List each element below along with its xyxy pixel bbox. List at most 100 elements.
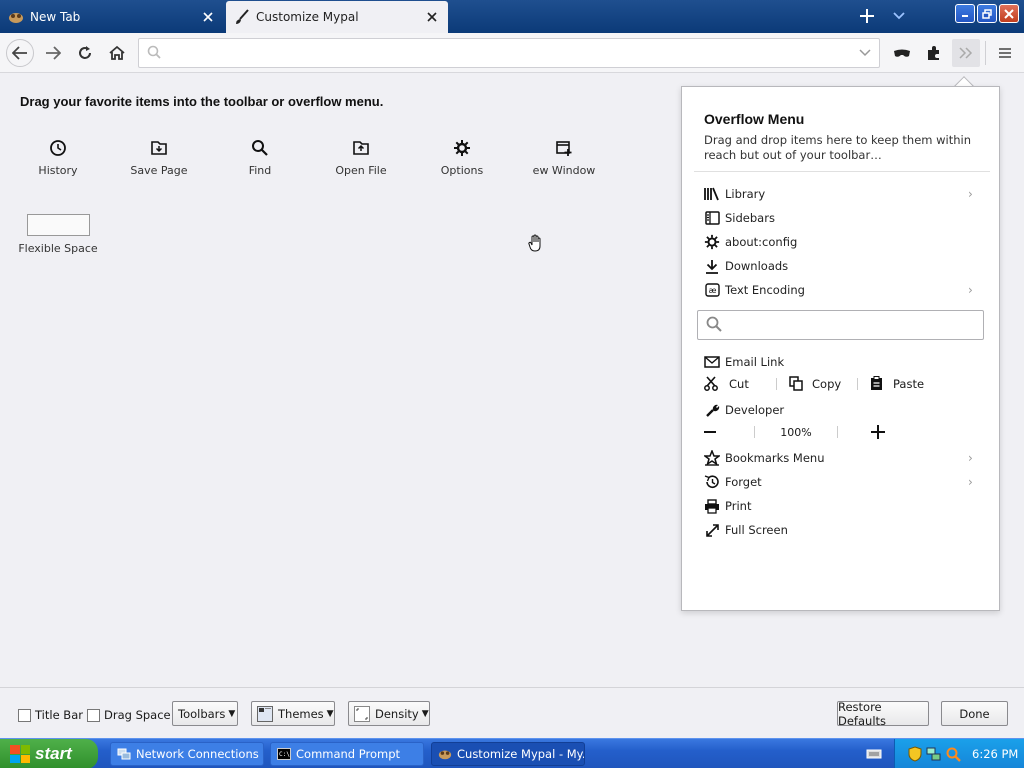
- forget-icon: [704, 474, 720, 490]
- task-label: Customize Mypal - My...: [457, 747, 585, 761]
- search-icon[interactable]: [945, 746, 961, 762]
- menu-item-text-encoding[interactable]: æ Text Encoding ›: [704, 280, 980, 300]
- taskbar-item-network-connections[interactable]: Network Connections: [110, 742, 264, 766]
- back-icon[interactable]: [6, 39, 34, 67]
- network-status-icon[interactable]: [926, 746, 942, 762]
- palette-label: ew Window: [532, 164, 596, 177]
- customize-footer: Title Bar Drag Space Toolbars ▼ Themes ▼…: [0, 687, 1024, 738]
- paste-button[interactable]: Paste: [858, 376, 938, 392]
- open-file-icon: [351, 138, 371, 158]
- security-shield-icon[interactable]: [907, 746, 923, 762]
- chevron-down-icon[interactable]: [888, 5, 910, 27]
- restore-button[interactable]: [977, 4, 997, 23]
- copy-icon: [789, 376, 805, 392]
- overflow-chevrons-icon[interactable]: [952, 39, 980, 67]
- chevron-right-icon: ›: [968, 283, 973, 297]
- cut-label: Cut: [729, 377, 749, 391]
- checkbox-box[interactable]: [18, 708, 31, 722]
- menu-item-email-link[interactable]: Email Link: [704, 352, 980, 372]
- palette-item-save-page[interactable]: Save Page: [109, 138, 209, 188]
- toolbars-dropdown[interactable]: Toolbars ▼: [172, 701, 238, 726]
- close-icon[interactable]: [424, 9, 440, 25]
- dropdown-label: Themes: [278, 706, 324, 721]
- menu-item-sidebars[interactable]: Sidebars: [704, 208, 980, 228]
- gear-icon: [452, 138, 472, 158]
- url-bar[interactable]: [138, 38, 880, 68]
- menu-item-downloads[interactable]: Downloads: [704, 256, 980, 276]
- chevron-down-icon: ▼: [326, 708, 334, 719]
- flexible-space-box: [26, 214, 90, 236]
- overflow-menu-panel: Overflow Menu Drag and drop items here t…: [681, 86, 1000, 611]
- panel-search-field[interactable]: [697, 310, 984, 340]
- panel-search-input[interactable]: [728, 318, 975, 332]
- sidebar-icon: [704, 210, 720, 226]
- menu-item-label: Text Encoding: [725, 283, 805, 297]
- cut-button[interactable]: Cut: [704, 376, 776, 392]
- menu-item-label: Sidebars: [725, 211, 775, 225]
- title-bar-checkbox[interactable]: Title Bar: [18, 708, 83, 722]
- print-icon: [704, 498, 720, 514]
- menu-item-library[interactable]: Library ›: [704, 184, 980, 204]
- menu-icon[interactable]: [991, 39, 1019, 67]
- menu-item-full-screen[interactable]: Full Screen: [704, 520, 980, 540]
- clipboard-icon: [870, 376, 886, 392]
- tab-new-tab[interactable]: New Tab: [0, 1, 224, 33]
- close-icon[interactable]: [200, 9, 216, 25]
- density-dropdown[interactable]: Density ▼: [348, 701, 430, 726]
- close-window-button[interactable]: [999, 4, 1019, 23]
- gear-icon: [704, 234, 720, 250]
- save-page-icon: [149, 138, 169, 158]
- restore-defaults-button[interactable]: Restore Defaults: [837, 700, 929, 728]
- tab-customize[interactable]: Customize Mypal: [226, 1, 448, 33]
- keyboard-icon[interactable]: [866, 747, 882, 761]
- home-icon[interactable]: [103, 39, 131, 67]
- page-title: Drag your favorite items into the toolba…: [20, 94, 384, 109]
- start-button[interactable]: start: [0, 739, 98, 768]
- taskbar-item-customize-mypal[interactable]: Customize Mypal - My...: [431, 742, 585, 766]
- checkbox-label: Title Bar: [35, 708, 83, 722]
- private-mask-icon[interactable]: [888, 39, 916, 67]
- themes-dropdown[interactable]: Themes ▼: [251, 701, 335, 726]
- palette-label: Save Page: [130, 164, 188, 177]
- url-input[interactable]: [167, 46, 859, 60]
- chevron-right-icon: ›: [968, 187, 973, 201]
- menu-item-label: Forget: [725, 475, 762, 489]
- zoom-in-button[interactable]: [838, 422, 918, 442]
- menu-item-bookmarks-menu[interactable]: Bookmarks Menu ›: [704, 448, 980, 468]
- menu-item-developer[interactable]: Developer: [704, 400, 980, 420]
- dropdown-label: Toolbars: [178, 706, 226, 721]
- menu-item-label: Email Link: [725, 355, 785, 369]
- minimize-button[interactable]: [955, 4, 975, 23]
- checkbox-label: Drag Space: [104, 708, 171, 722]
- task-label: Network Connections: [136, 747, 259, 761]
- drag-space-checkbox[interactable]: Drag Space: [87, 708, 171, 722]
- chevron-down-icon[interactable]: [859, 46, 871, 60]
- palette-item-find[interactable]: Find: [210, 138, 310, 188]
- clock: 6:26 PM: [972, 747, 1019, 761]
- wrench-icon: [704, 402, 720, 418]
- app-icon: [8, 9, 24, 25]
- network-icon: [117, 747, 131, 761]
- zoom-level[interactable]: 100%: [755, 426, 837, 439]
- palette-label: History: [38, 164, 78, 177]
- palette-item-flexible-space[interactable]: Flexible Space: [8, 214, 108, 255]
- menu-item-forget[interactable]: Forget ›: [704, 472, 980, 492]
- palette-item-open-file[interactable]: Open File: [311, 138, 411, 188]
- zoom-out-button[interactable]: [704, 422, 754, 442]
- palette-item-history[interactable]: History: [8, 138, 108, 188]
- checkbox-box[interactable]: [87, 708, 100, 722]
- menu-item-about-config[interactable]: about:config: [704, 232, 980, 252]
- taskbar-item-command-prompt[interactable]: C:\ Command Prompt: [270, 742, 424, 766]
- menu-item-print[interactable]: Print: [704, 496, 980, 516]
- windows-logo-icon: [10, 745, 30, 763]
- palette-item-options[interactable]: Options: [412, 138, 512, 188]
- copy-button[interactable]: Copy: [777, 376, 857, 392]
- addons-icon[interactable]: [920, 39, 948, 67]
- palette-item-new-window[interactable]: ew Window: [514, 138, 614, 188]
- forward-icon[interactable]: [39, 39, 67, 67]
- chevron-down-icon: ▼: [228, 708, 236, 719]
- done-button[interactable]: Done: [941, 701, 1008, 726]
- new-tab-plus-icon[interactable]: [856, 5, 878, 27]
- clock-icon: [48, 138, 68, 158]
- reload-icon[interactable]: [71, 39, 99, 67]
